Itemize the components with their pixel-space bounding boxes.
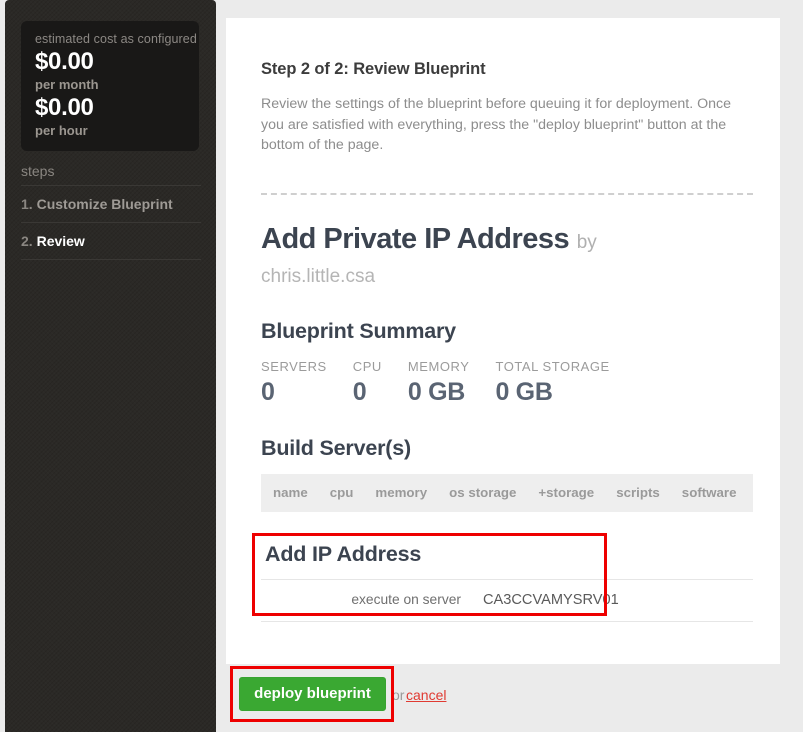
main-content-card: Step 2 of 2: Review Blueprint Review the… <box>226 18 780 664</box>
stat-label: TOTAL STORAGE <box>495 358 610 374</box>
blueprint-title: Add Private IP Address by <box>261 220 752 262</box>
by-word: by <box>576 231 597 253</box>
column-header-os-storage: os storage <box>449 484 517 500</box>
column-header-scripts: scripts <box>616 484 660 500</box>
sidebar: estimated cost as configured $0.00 per m… <box>5 0 216 732</box>
blueprint-title-text: Add Private IP Address <box>261 222 570 255</box>
stat-value: 0 <box>261 377 275 406</box>
add-ip-address-section: Add IP Address execute on server CA3CCVA… <box>252 532 753 622</box>
column-header-name: name <box>273 484 308 500</box>
parameter-label: execute on server <box>351 591 461 607</box>
stat-label: SERVERS <box>261 358 327 374</box>
cost-caption: estimated cost as configured <box>35 32 197 46</box>
stat-value: 0 GB <box>407 377 466 406</box>
cancel-link[interactable]: cancel <box>406 686 446 705</box>
deploy-blueprint-button[interactable]: deploy blueprint <box>239 677 386 711</box>
monthly-cost-unit: per month <box>35 77 99 92</box>
steps-label: steps <box>21 160 201 186</box>
stat-label: CPU <box>352 358 382 374</box>
build-servers-heading: Build Server(s) <box>261 435 411 460</box>
hourly-cost-unit: per hour <box>35 123 88 138</box>
column-header-memory: memory <box>375 484 428 500</box>
monthly-cost-amount: $0.00 <box>35 48 94 75</box>
blueprint-author: chris.little.csa <box>261 265 376 287</box>
column-header-software: software <box>681 484 737 500</box>
step-number: 1. <box>21 196 33 212</box>
stat-cpu: CPU 0 <box>353 358 382 408</box>
parameter-row-execute-on-server: execute on server CA3CCVAMYSRV01 <box>261 578 753 622</box>
estimated-cost-box: estimated cost as configured $0.00 per m… <box>21 21 199 151</box>
stat-label: MEMORY <box>407 358 470 374</box>
sidebar-step-review[interactable]: 2. Review <box>21 223 201 260</box>
column-header-extra-storage: +storage <box>538 484 595 500</box>
parameter-value: CA3CCVAMYSRV01 <box>483 591 619 608</box>
or-separator-text: or <box>392 687 405 703</box>
page-description: Review the settings of the blueprint bef… <box>261 96 732 153</box>
stat-value: 0 <box>352 377 367 406</box>
step-number: 2. <box>21 233 33 249</box>
stat-servers: SERVERS 0 <box>261 358 327 408</box>
stat-memory: MEMORY 0 GB <box>408 358 470 408</box>
blueprint-summary-stats: SERVERS 0 CPU 0 MEMORY 0 GB TOTAL STORAG… <box>261 358 752 408</box>
stat-value: 0 GB <box>495 377 553 406</box>
hourly-cost-amount: $0.00 <box>35 94 94 121</box>
stat-total-storage: TOTAL STORAGE 0 GB <box>495 358 609 408</box>
dashed-divider <box>261 192 753 195</box>
page-title: Step 2 of 2: Review Blueprint <box>261 60 486 78</box>
table-header-row: name cpu memory os storage +storage scri… <box>261 473 753 512</box>
footer-actions: deploy blueprint or cancel <box>226 664 780 732</box>
build-servers-table: name cpu memory os storage +storage scri… <box>261 473 753 512</box>
blueprint-summary-heading: Blueprint Summary <box>261 318 456 343</box>
step-label: Customize Blueprint <box>36 196 173 212</box>
add-ip-address-heading: Add IP Address <box>265 541 422 566</box>
steps-nav: steps 1. Customize Blueprint 2. Review <box>21 160 201 260</box>
column-header-cpu: cpu <box>329 484 354 500</box>
step-label: Review <box>36 233 85 249</box>
sidebar-step-customize-blueprint[interactable]: 1. Customize Blueprint <box>21 186 201 223</box>
